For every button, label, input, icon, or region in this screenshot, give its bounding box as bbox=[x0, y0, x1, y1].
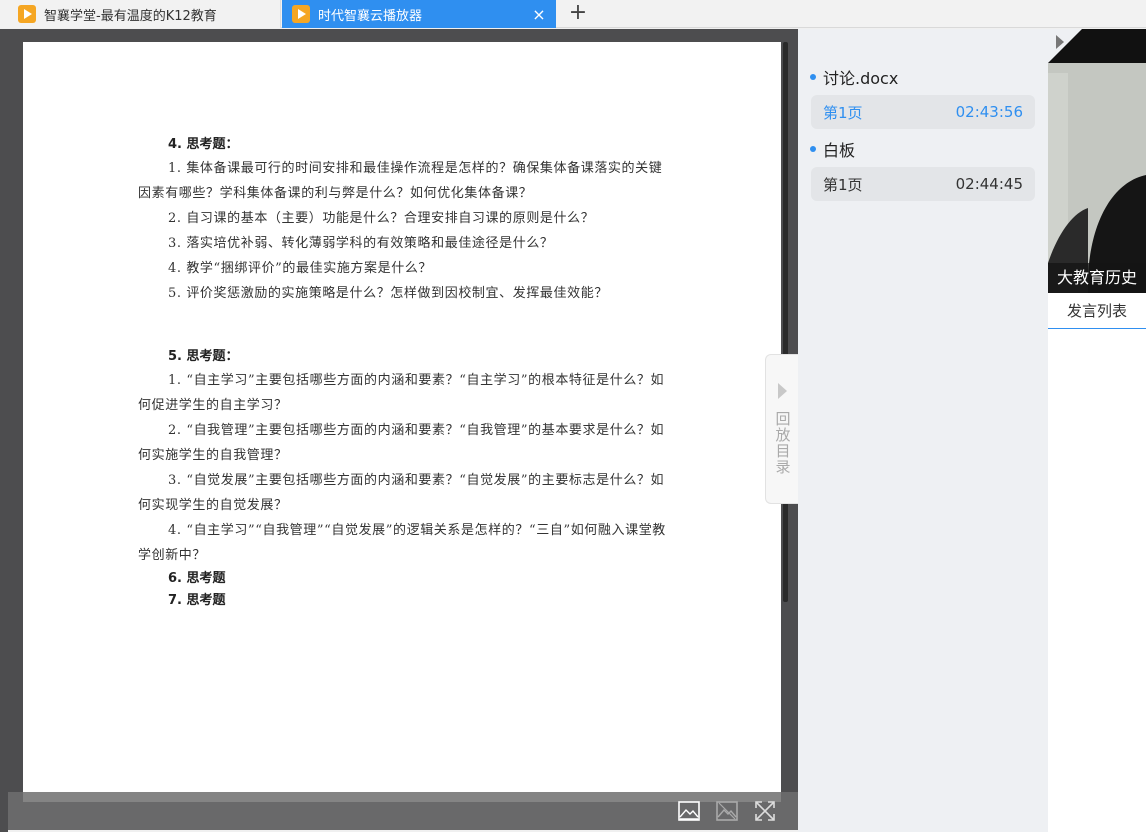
player-logo-icon bbox=[18, 5, 36, 23]
player-window: 智襄学堂-最有温度的K12教育 时代智襄云播放器 × + 4. 思考题： 1. … bbox=[0, 0, 1146, 832]
paragraph: 5. 评价奖惩激励的实施策略是什么？怎样做到因校制宜、发挥最佳效能？ bbox=[168, 286, 608, 301]
new-tab-button[interactable]: + bbox=[563, 0, 593, 28]
document-page: 4. 思考题： 1. 集体备课最可行的时间安排和最佳操作流程是怎样的？确保集体备… bbox=[23, 42, 781, 802]
entry-page: 第1页 bbox=[823, 103, 863, 122]
tab-title: 时代智襄云播放器 bbox=[318, 8, 423, 24]
hide-image-icon[interactable] bbox=[714, 798, 740, 824]
playback-catalog-toggle[interactable]: 回放目录 bbox=[765, 354, 799, 504]
paragraph: 1. 集体备课最可行的时间安排和最佳操作流程是怎样的？确保集体备课落实的关键因素… bbox=[138, 161, 663, 201]
section-heading: 4. 思考题： bbox=[168, 137, 239, 152]
playlist-section-whiteboard: 白板 bbox=[810, 137, 855, 161]
document-content: 4. 思考题： 1. 集体备课最可行的时间安排和最佳操作流程是怎样的？确保集体备… bbox=[138, 134, 673, 612]
paragraph: 3. 落实培优补弱、转化薄弱学科的有效策略和最佳途径是什么？ bbox=[168, 236, 554, 251]
paragraph: 2. 自习课的基本（主要）功能是什么？合理安排自习课的原则是什么？ bbox=[168, 211, 595, 226]
tab-title: 智襄学堂-最有温度的K12教育 bbox=[44, 8, 217, 24]
expand-arrow-icon bbox=[778, 383, 787, 399]
document-viewer: 4. 思考题： 1. 集体备课最可行的时间安排和最佳操作流程是怎样的？确保集体备… bbox=[8, 29, 798, 830]
tab-cloud-player[interactable]: 时代智襄云播放器 × bbox=[282, 0, 556, 28]
playlist-section-docx: 讨论.docx bbox=[810, 65, 898, 89]
catalog-label: 回放目录 bbox=[775, 410, 791, 476]
entry-page: 第1页 bbox=[823, 175, 863, 194]
player-logo-icon bbox=[292, 5, 310, 23]
paragraph: 1. “自主学习”主要包括哪些方面的内涵和要素？“自主学习”的根本特征是什么？如… bbox=[138, 373, 665, 413]
entry-time: 02:43:56 bbox=[955, 103, 1023, 121]
video-caption: 大教育历史 bbox=[1048, 263, 1146, 293]
bullet-icon bbox=[810, 74, 816, 80]
tab-zhixiang-home[interactable]: 智襄学堂-最有温度的K12教育 bbox=[0, 0, 281, 28]
paragraph: 2. “自我管理”主要包括哪些方面的内涵和要素？“自我管理”的基本要求是什么？如… bbox=[138, 423, 665, 463]
collapse-arrow-icon[interactable] bbox=[1056, 35, 1064, 49]
section-heading: 5. 思考题： bbox=[168, 349, 239, 364]
image-mode-icon[interactable] bbox=[676, 798, 702, 824]
playlist-entry[interactable]: 第1页 02:43:56 bbox=[811, 95, 1035, 129]
section-heading: 6. 思考题 bbox=[168, 571, 226, 586]
video-frame-image bbox=[1048, 63, 1146, 293]
fullscreen-icon[interactable] bbox=[752, 798, 778, 824]
section-name: 白板 bbox=[823, 141, 856, 160]
close-tab-icon[interactable]: × bbox=[528, 5, 550, 24]
paragraph: 4. 教学“捆绑评价”的最佳实施方案是什么？ bbox=[168, 261, 433, 276]
bullet-icon bbox=[810, 146, 816, 152]
paragraph: 3. “自觉发展”主要包括哪些方面的内涵和要素？“自觉发展”的主要标志是什么？如… bbox=[138, 473, 665, 513]
scrollbar-thumb[interactable] bbox=[783, 42, 788, 602]
section-name: 讨论.docx bbox=[823, 69, 899, 88]
video-panel: 大教育历史 发言列表 bbox=[1048, 29, 1146, 832]
tab-bar: 智襄学堂-最有温度的K12教育 时代智襄云播放器 × + bbox=[0, 0, 1146, 28]
playlist-panel: 讨论.docx 第1页 02:43:56 白板 第1页 02:44:45 bbox=[798, 29, 1048, 832]
entry-time: 02:44:45 bbox=[955, 175, 1023, 193]
section-heading: 7. 思考题 bbox=[168, 593, 226, 608]
speak-list-tab[interactable]: 发言列表 bbox=[1048, 293, 1146, 329]
playlist-entry[interactable]: 第1页 02:44:45 bbox=[811, 167, 1035, 201]
paragraph: 4. “自主学习”“自我管理”“自觉发展”的逻辑关系是怎样的？“三自”如何融入课… bbox=[138, 523, 666, 563]
viewer-toolbar bbox=[8, 792, 798, 830]
window-edge bbox=[0, 29, 8, 832]
teacher-video[interactable] bbox=[1048, 63, 1146, 293]
